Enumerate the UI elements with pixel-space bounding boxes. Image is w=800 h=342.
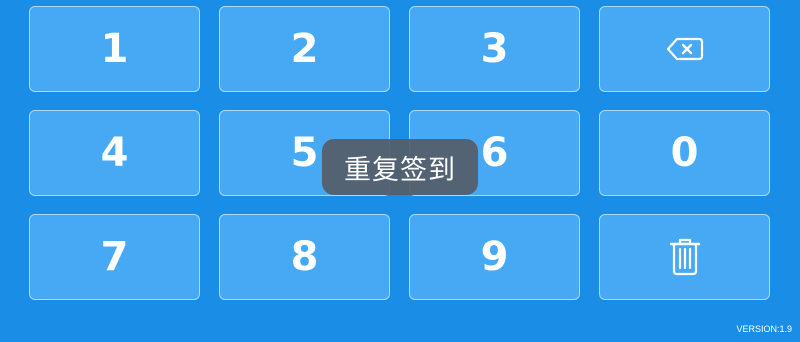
- key-4[interactable]: 4: [29, 110, 200, 196]
- key-8[interactable]: 8: [219, 214, 390, 300]
- key-0[interactable]: 0: [599, 110, 770, 196]
- backspace-button[interactable]: [599, 6, 770, 92]
- backspace-icon: [666, 37, 704, 61]
- key-3[interactable]: 3: [409, 6, 580, 92]
- key-7[interactable]: 7: [29, 214, 200, 300]
- version-label: VERSION:1.9: [736, 324, 792, 334]
- key-1[interactable]: 1: [29, 6, 200, 92]
- clear-button[interactable]: [599, 214, 770, 300]
- trash-icon: [669, 238, 701, 276]
- key-2[interactable]: 2: [219, 6, 390, 92]
- toast-message: 重复签到: [322, 139, 478, 195]
- key-9[interactable]: 9: [409, 214, 580, 300]
